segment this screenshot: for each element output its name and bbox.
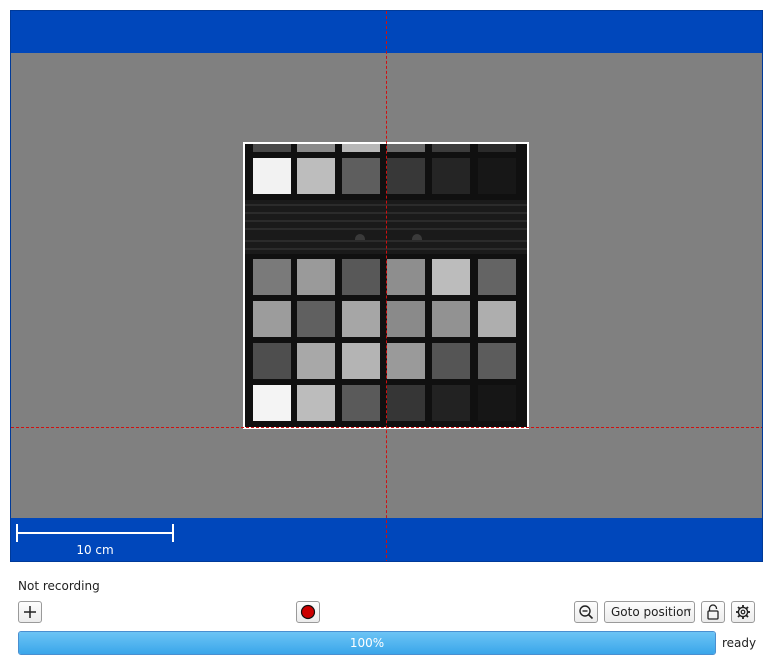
chart-patch bbox=[297, 301, 335, 337]
zoom-out-icon bbox=[579, 605, 594, 620]
chart-patch bbox=[342, 144, 380, 152]
chart-patch bbox=[297, 343, 335, 379]
record-icon bbox=[300, 604, 316, 620]
chart-patch bbox=[253, 144, 291, 152]
goto-position-select[interactable]: Goto position ▾ bbox=[604, 601, 695, 623]
chart-patch bbox=[432, 343, 470, 379]
recording-status: Not recording bbox=[18, 579, 100, 593]
chart-patch bbox=[432, 144, 470, 152]
add-button[interactable] bbox=[18, 601, 42, 623]
chart-patch bbox=[253, 343, 291, 379]
chart-patch bbox=[387, 301, 425, 337]
chart-patch bbox=[387, 158, 425, 194]
chart-patch bbox=[253, 259, 291, 295]
chart-patch bbox=[387, 385, 425, 421]
chart-patch bbox=[253, 385, 291, 421]
chart-patch bbox=[387, 144, 425, 152]
chart-patch bbox=[432, 259, 470, 295]
chart-patch bbox=[297, 385, 335, 421]
record-button[interactable] bbox=[296, 601, 320, 623]
ready-status: ready bbox=[722, 636, 757, 650]
chart-patch bbox=[432, 385, 470, 421]
progress-label: 100% bbox=[349, 636, 385, 650]
zoom-out-button[interactable] bbox=[574, 601, 598, 623]
chart-mount bbox=[355, 234, 365, 240]
chart-patch bbox=[297, 259, 335, 295]
chart-patch bbox=[478, 301, 516, 337]
goto-position-label: Goto position bbox=[611, 605, 692, 619]
chart-patch bbox=[342, 343, 380, 379]
chart-patch bbox=[297, 144, 335, 152]
settings-button[interactable] bbox=[731, 601, 755, 623]
scale-label: 10 cm bbox=[76, 543, 114, 557]
lock-button[interactable] bbox=[701, 601, 725, 623]
chart-patch bbox=[342, 158, 380, 194]
chart-patch bbox=[478, 158, 516, 194]
chart-patch bbox=[387, 343, 425, 379]
chevron-down-icon: ▾ bbox=[686, 606, 691, 615]
unlock-icon bbox=[707, 604, 719, 620]
stage-viewer[interactable]: 10 cm bbox=[10, 10, 763, 562]
chart-patch bbox=[342, 259, 380, 295]
crosshair-horizontal bbox=[11, 427, 762, 428]
chart-patch bbox=[478, 144, 516, 152]
chart-patch bbox=[297, 158, 335, 194]
chart-patch bbox=[387, 259, 425, 295]
chart-patch bbox=[253, 301, 291, 337]
plus-icon bbox=[24, 606, 36, 618]
chart-patch bbox=[478, 385, 516, 421]
chart-mount bbox=[412, 234, 422, 240]
scale-bar bbox=[16, 523, 174, 543]
chart-patch bbox=[432, 158, 470, 194]
chart-patch bbox=[342, 385, 380, 421]
crosshair-vertical bbox=[386, 11, 387, 561]
gear-icon bbox=[736, 605, 750, 619]
chart-patch bbox=[478, 343, 516, 379]
chart-patch bbox=[253, 158, 291, 194]
chart-patch bbox=[342, 301, 380, 337]
chart-patch bbox=[478, 259, 516, 295]
progress-bar: 100% bbox=[18, 631, 716, 655]
chart-patch bbox=[432, 301, 470, 337]
